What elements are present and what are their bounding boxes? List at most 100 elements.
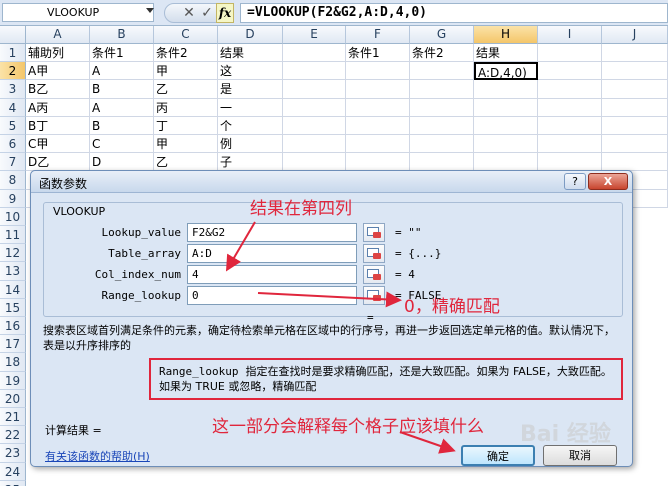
- cell-f2[interactable]: [346, 62, 410, 81]
- row-header-14[interactable]: 14: [0, 280, 26, 299]
- cell-d5[interactable]: 个: [218, 116, 283, 135]
- cell-j4[interactable]: [602, 98, 668, 117]
- column-header-d[interactable]: D: [218, 26, 283, 44]
- range-select-icon[interactable]: [363, 244, 385, 263]
- function-help-link[interactable]: 有关该函数的帮助(H): [45, 448, 150, 464]
- arg-input-range_lookup[interactable]: 0: [187, 286, 357, 305]
- row-header-5[interactable]: 5: [0, 116, 26, 135]
- cell-b4[interactable]: A: [90, 98, 154, 117]
- row-header-20[interactable]: 20: [0, 389, 26, 408]
- name-box-dropdown-icon[interactable]: [146, 8, 154, 13]
- cell-i7[interactable]: [538, 153, 602, 172]
- row-header-10[interactable]: 10: [0, 207, 26, 226]
- dialog-close-button[interactable]: X: [588, 173, 628, 190]
- cell-d3[interactable]: 是: [218, 80, 283, 99]
- row-header-3[interactable]: 3: [0, 80, 26, 99]
- cell-f7[interactable]: [346, 153, 410, 172]
- row-header-19[interactable]: 19: [0, 371, 26, 390]
- cell-h7[interactable]: [474, 153, 538, 172]
- row-header-18[interactable]: 18: [0, 353, 26, 372]
- cell-e1[interactable]: [283, 44, 346, 63]
- insert-function-icon[interactable]: fx: [216, 3, 234, 23]
- cell-f4[interactable]: [346, 98, 410, 117]
- row-header-16[interactable]: 16: [0, 317, 26, 336]
- row-header-15[interactable]: 15: [0, 298, 26, 317]
- cell-d2[interactable]: 这: [218, 62, 283, 81]
- cell-j6[interactable]: [602, 135, 668, 154]
- row-header-22[interactable]: 22: [0, 426, 26, 445]
- cell-e4[interactable]: [283, 98, 346, 117]
- arg-input-table_array[interactable]: A:D: [187, 244, 357, 263]
- cell-h2[interactable]: A:D,4,0): [474, 62, 538, 81]
- cell-b7[interactable]: D: [90, 153, 154, 172]
- row-header-23[interactable]: 23: [0, 444, 26, 463]
- cell-h3[interactable]: [474, 80, 538, 99]
- cell-a6[interactable]: C甲: [26, 135, 90, 154]
- cell-g6[interactable]: [410, 135, 474, 154]
- row-header-4[interactable]: 4: [0, 98, 26, 117]
- cell-j2[interactable]: [602, 62, 668, 81]
- cell-a4[interactable]: A丙: [26, 98, 90, 117]
- column-header-e[interactable]: E: [283, 26, 346, 44]
- cell-d1[interactable]: 结果: [218, 44, 283, 63]
- cell-c5[interactable]: 丁: [154, 116, 218, 135]
- column-header-c[interactable]: C: [154, 26, 218, 44]
- cell-b5[interactable]: B: [90, 116, 154, 135]
- row-header-8[interactable]: 8: [0, 171, 26, 190]
- column-header-a[interactable]: A: [26, 26, 90, 44]
- range-select-icon[interactable]: [363, 286, 385, 305]
- cell-g2[interactable]: [410, 62, 474, 81]
- cell-e6[interactable]: [283, 135, 346, 154]
- cell-b1[interactable]: 条件1: [90, 44, 154, 63]
- cell-c1[interactable]: 条件2: [154, 44, 218, 63]
- row-header-21[interactable]: 21: [0, 408, 26, 427]
- cell-c4[interactable]: 丙: [154, 98, 218, 117]
- cell-i6[interactable]: [538, 135, 602, 154]
- cell-j5[interactable]: [602, 116, 668, 135]
- name-box[interactable]: VLOOKUP: [2, 3, 154, 22]
- cell-g5[interactable]: [410, 116, 474, 135]
- range-select-icon[interactable]: [363, 265, 385, 284]
- cell-a5[interactable]: B丁: [26, 116, 90, 135]
- cell-d4[interactable]: 一: [218, 98, 283, 117]
- row-header-2[interactable]: 2: [0, 62, 26, 81]
- row-header-9[interactable]: 9: [0, 189, 26, 208]
- cell-g3[interactable]: [410, 80, 474, 99]
- column-header-g[interactable]: G: [410, 26, 474, 44]
- arg-input-col_index_num[interactable]: 4: [187, 265, 357, 284]
- cancel-button[interactable]: 取消: [543, 445, 617, 466]
- cell-a3[interactable]: B乙: [26, 80, 90, 99]
- cell-c6[interactable]: 甲: [154, 135, 218, 154]
- column-header-h[interactable]: H: [474, 26, 538, 44]
- cell-e3[interactable]: [283, 80, 346, 99]
- cell-e2[interactable]: [283, 62, 346, 81]
- cell-a1[interactable]: 辅助列: [26, 44, 90, 63]
- column-header-b[interactable]: B: [90, 26, 154, 44]
- cell-c7[interactable]: 乙: [154, 153, 218, 172]
- cell-a2[interactable]: A甲: [26, 62, 90, 81]
- cell-i2[interactable]: [538, 62, 602, 81]
- cell-h1[interactable]: 结果: [474, 44, 538, 63]
- cell-d7[interactable]: 子: [218, 153, 283, 172]
- row-header-12[interactable]: 12: [0, 244, 26, 263]
- row-header-17[interactable]: 17: [0, 335, 26, 354]
- row-header-24[interactable]: 24: [0, 462, 26, 481]
- ok-button[interactable]: 确定: [461, 445, 535, 466]
- formula-input[interactable]: =VLOOKUP(F2&G2,A:D,4,0): [240, 3, 668, 23]
- cell-g4[interactable]: [410, 98, 474, 117]
- cell-j1[interactable]: [602, 44, 668, 63]
- cell-g1[interactable]: 条件2: [410, 44, 474, 63]
- cell-i5[interactable]: [538, 116, 602, 135]
- cell-h5[interactable]: [474, 116, 538, 135]
- cell-f3[interactable]: [346, 80, 410, 99]
- cell-j3[interactable]: [602, 80, 668, 99]
- cell-e5[interactable]: [283, 116, 346, 135]
- cell-e7[interactable]: [283, 153, 346, 172]
- cell-a7[interactable]: D乙: [26, 153, 90, 172]
- row-header-13[interactable]: 13: [0, 262, 26, 281]
- cell-b2[interactable]: A: [90, 62, 154, 81]
- cell-f1[interactable]: 条件1: [346, 44, 410, 63]
- cell-h6[interactable]: [474, 135, 538, 154]
- arg-input-lookup_value[interactable]: F2&G2: [187, 223, 357, 242]
- column-header-i[interactable]: I: [538, 26, 602, 44]
